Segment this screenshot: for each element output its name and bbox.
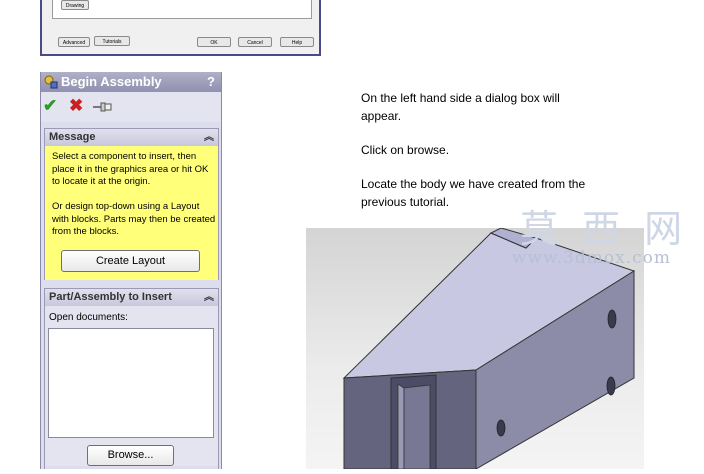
instruction-text-2: Click on browse.: [361, 143, 450, 157]
panel-title-bar: Begin Assembly ?: [41, 72, 221, 92]
advanced-button[interactable]: Advanced: [58, 37, 90, 47]
panel-title: Begin Assembly: [61, 74, 162, 89]
assembly-icon: [44, 75, 58, 89]
begin-assembly-panel: Begin Assembly ? ✔ ✖ Message ︽ Select a …: [40, 72, 222, 469]
dialog-content-area: Drawing: [52, 0, 312, 19]
open-documents-list[interactable]: [48, 328, 214, 438]
message-group-title: Message: [49, 131, 96, 143]
message-group: Message ︽ Select a component to insert, …: [44, 128, 219, 280]
message-text-2: Or design top-down using a Layout with b…: [52, 201, 216, 237]
watermark-url: www.3dmox.com: [512, 248, 671, 268]
drawing-button[interactable]: Drawing: [61, 0, 89, 10]
collapse-chevron-icon[interactable]: ︽: [204, 129, 214, 146]
create-layout-button[interactable]: Create Layout: [61, 250, 200, 272]
open-documents-label: Open documents:: [49, 312, 128, 323]
part-assembly-body: Open documents: Browse...: [45, 306, 218, 466]
cancel-button[interactable]: Cancel: [238, 37, 272, 47]
checkmark-icon[interactable]: ✔: [43, 96, 57, 116]
help-icon[interactable]: ?: [207, 72, 215, 92]
message-group-header[interactable]: Message ︽: [45, 129, 218, 146]
tutorials-button[interactable]: Tutorials: [94, 36, 130, 46]
message-text-1: Select a component to insert, then place…: [52, 151, 209, 187]
collapse-chevron-icon[interactable]: ︽: [204, 289, 214, 306]
watermark-logo: 莫 西 网: [520, 207, 689, 251]
top-dialog: Drawing Advanced Tutorials OK Cancel Hel…: [40, 0, 321, 56]
ok-button[interactable]: OK: [197, 37, 231, 47]
part-assembly-group-header[interactable]: Part/Assembly to Insert ︽: [45, 289, 218, 306]
part-assembly-group: Part/Assembly to Insert ︽ Open documents…: [44, 288, 219, 469]
pushpin-icon[interactable]: [93, 100, 113, 114]
panel-toolbar: ✔ ✖: [41, 92, 221, 122]
part-assembly-group-title: Part/Assembly to Insert: [49, 291, 172, 303]
instruction-text-1: On the left hand side a dialog box will …: [361, 91, 560, 123]
x-icon[interactable]: ✖: [69, 96, 83, 116]
message-body: Select a component to insert, then place…: [45, 146, 218, 280]
browse-button[interactable]: Browse...: [87, 445, 174, 466]
help-button[interactable]: Help: [280, 37, 314, 47]
